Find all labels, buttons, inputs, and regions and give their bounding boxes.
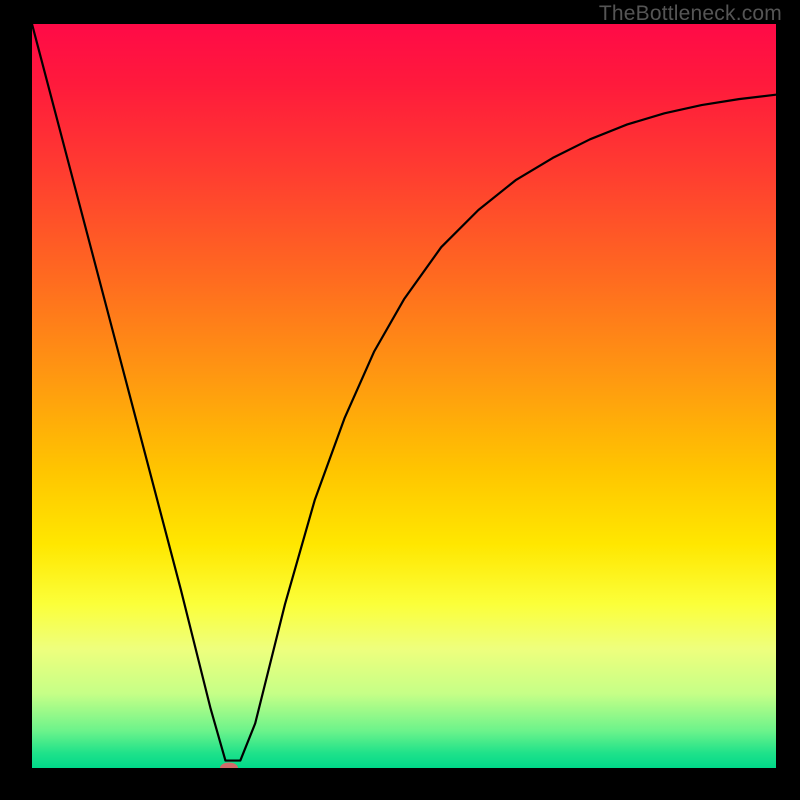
plot-area [32,24,776,768]
bottleneck-curve [32,24,776,761]
watermark-text: TheBottleneck.com [599,2,782,26]
curve-layer [32,24,776,768]
minimum-marker [220,763,238,769]
chart-container: TheBottleneck.com [0,0,800,800]
